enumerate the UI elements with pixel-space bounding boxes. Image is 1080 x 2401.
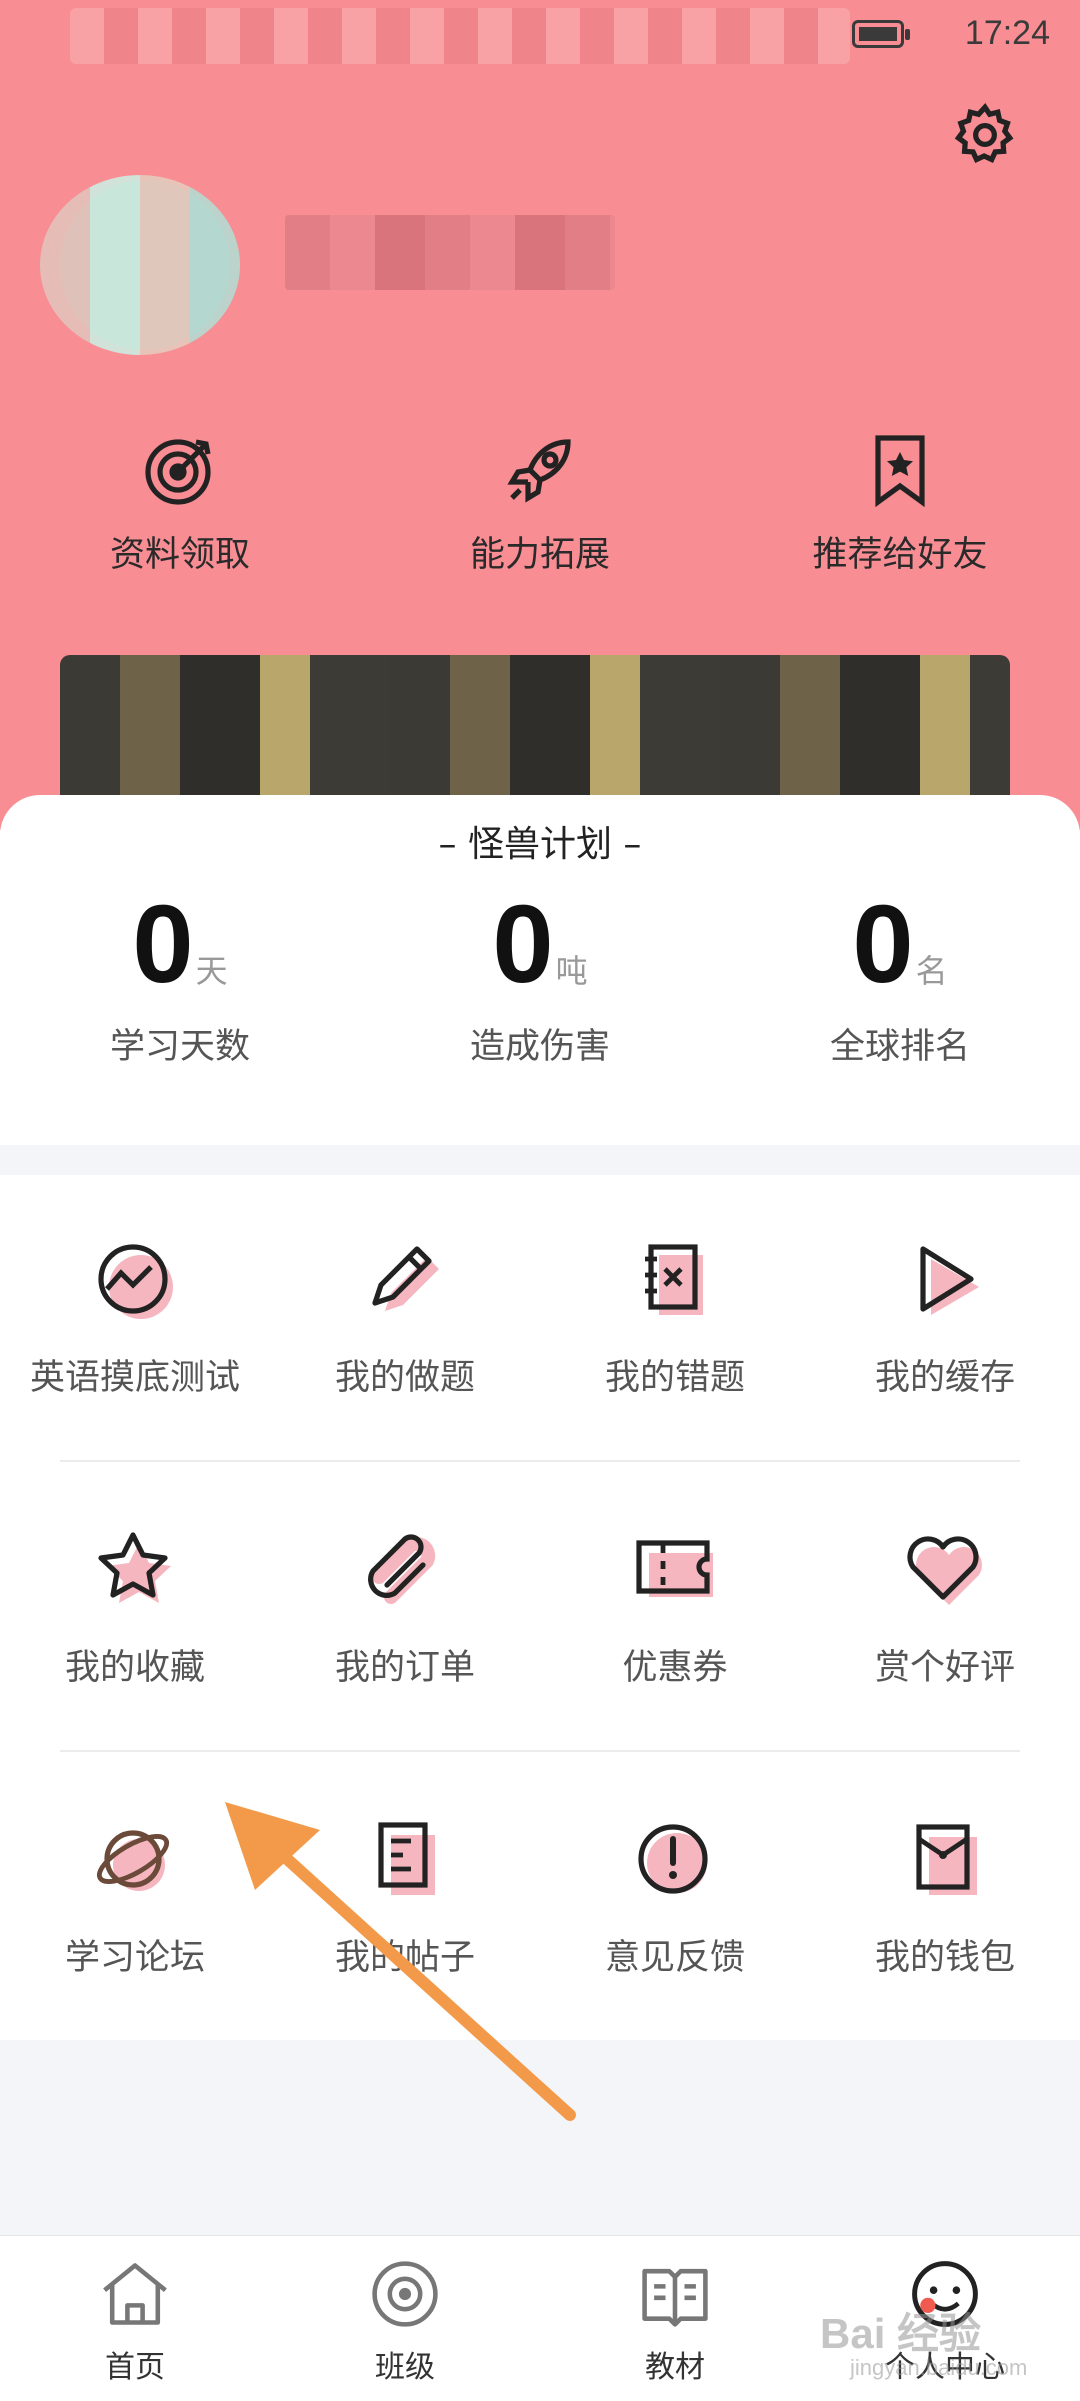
quick-actions: 资料领取 能力拓展 推荐给好友 <box>0 430 1080 590</box>
watermark-brand: Bai 经验 <box>820 2310 982 2357</box>
wrong-notebook-icon <box>645 1244 703 1315</box>
rocket-icon <box>507 439 571 503</box>
menu-my-wallet[interactable]: 我的钱包 <box>810 1755 1080 2045</box>
menu-label: 我的做题 <box>334 1358 475 1398</box>
menu-label: 我的错题 <box>604 1358 745 1398</box>
status-bar-redacted <box>70 8 850 64</box>
row-divider <box>60 1750 1020 1752</box>
stat-label: 造成伤害 <box>469 1027 610 1067</box>
avatar[interactable] <box>40 175 240 355</box>
username-redacted <box>285 215 615 290</box>
planet-icon <box>96 1830 170 1891</box>
exclamation-icon <box>638 1824 708 1894</box>
target-icon <box>145 439 211 505</box>
quick-action-label: 推荐给好友 <box>812 535 988 575</box>
menu-label: 我的钱包 <box>874 1938 1015 1978</box>
tab-class[interactable]: 班级 <box>270 2236 540 2401</box>
profile-header: 17:24 资料领取 能力拓展 推荐给好友 <box>0 0 1080 830</box>
menu-label: 我的缓存 <box>874 1358 1015 1398</box>
menu-wrong-questions[interactable]: 我的错题 <box>540 1175 810 1465</box>
menu-label: 优惠券 <box>622 1648 728 1688</box>
menu-my-practice[interactable]: 我的做题 <box>270 1175 540 1465</box>
menu-label: 英语摸底测试 <box>29 1358 240 1398</box>
menu-rate-us[interactable]: 赏个好评 <box>810 1465 1080 1755</box>
menu-english-test[interactable]: 英语摸底测试 <box>0 1175 270 1465</box>
status-time: 17:24 <box>964 14 1050 52</box>
stat-global-rank: 0 名 全球排名 <box>720 890 1080 1069</box>
plan-stats: 0 天 学习天数 0 吨 造成伤害 0 名 全球排名 <box>0 890 1080 1069</box>
quick-action-label: 资料领取 <box>109 535 250 575</box>
menu-label: 我的收藏 <box>64 1648 205 1688</box>
plan-title: – 怪兽计划 – <box>438 824 642 865</box>
book-icon <box>642 2268 708 2327</box>
bookmark-star-icon <box>875 435 925 508</box>
class-icon <box>372 2261 438 2327</box>
play-icon <box>920 1246 979 1315</box>
menu-label: 赏个好评 <box>874 1648 1015 1688</box>
menu-label: 我的订单 <box>334 1648 475 1688</box>
quick-action-recommend[interactable]: 推荐给好友 <box>720 430 1080 590</box>
trend-chart-icon <box>98 1244 173 1319</box>
quick-action-materials[interactable]: 资料领取 <box>0 430 360 590</box>
monster-plan-card: – 怪兽计划 – 0 天 学习天数 0 吨 造成伤害 0 名 全球排名 <box>0 795 1080 1145</box>
stat-value: 0 <box>132 883 193 1006</box>
menu-label: 学习论坛 <box>64 1938 205 1978</box>
quick-action-label: 能力拓展 <box>469 535 610 575</box>
status-bar: 17:24 <box>0 0 1080 72</box>
menu-row: 我的收藏 我的订单 优惠券 赏个好评 <box>0 1465 1080 1755</box>
stat-value: 0 <box>852 883 913 1006</box>
row-divider <box>60 1460 1020 1462</box>
menu-label: 意见反馈 <box>604 1938 745 1978</box>
tab-label: 教材 <box>645 2350 705 2385</box>
tab-home[interactable]: 首页 <box>0 2236 270 2401</box>
stat-study-days: 0 天 学习天数 <box>0 890 360 1069</box>
star-icon <box>98 1532 171 1603</box>
paperclip-icon <box>368 1534 436 1604</box>
tab-label: 班级 <box>375 2350 435 2385</box>
settings-gear-icon[interactable] <box>950 100 1020 170</box>
menu-row: 英语摸底测试 我的做题 我的错题 我的缓存 <box>0 1175 1080 1465</box>
tab-label: 首页 <box>105 2350 165 2385</box>
stat-damage: 0 吨 造成伤害 <box>360 890 720 1069</box>
wallet-icon <box>916 1824 977 1895</box>
coupon-icon <box>636 1540 713 1597</box>
menu-my-cache[interactable]: 我的缓存 <box>810 1175 1080 1465</box>
stat-label: 学习天数 <box>109 1027 250 1067</box>
stat-value: 0 <box>492 883 553 1006</box>
annotation-arrow <box>225 1802 576 2121</box>
stat-unit: 名 <box>915 952 948 990</box>
menu-my-orders[interactable]: 我的订单 <box>270 1465 540 1755</box>
pencil-icon <box>372 1246 439 1311</box>
promo-banner-redacted[interactable] <box>60 655 1010 815</box>
menu-coupons[interactable]: 优惠券 <box>540 1465 810 1755</box>
stat-label: 全球排名 <box>829 1027 970 1067</box>
menu-favorites[interactable]: 我的收藏 <box>0 1465 270 1755</box>
tab-textbook[interactable]: 教材 <box>540 2236 810 2401</box>
stat-unit: 吨 <box>555 952 588 990</box>
stat-unit: 天 <box>195 952 228 990</box>
watermark-url: jingyan.baidu.com <box>850 2355 1028 2380</box>
battery-icon <box>852 20 910 48</box>
quick-action-ability[interactable]: 能力拓展 <box>360 430 720 590</box>
home-icon <box>103 2263 167 2325</box>
heart-icon <box>907 1536 983 1605</box>
